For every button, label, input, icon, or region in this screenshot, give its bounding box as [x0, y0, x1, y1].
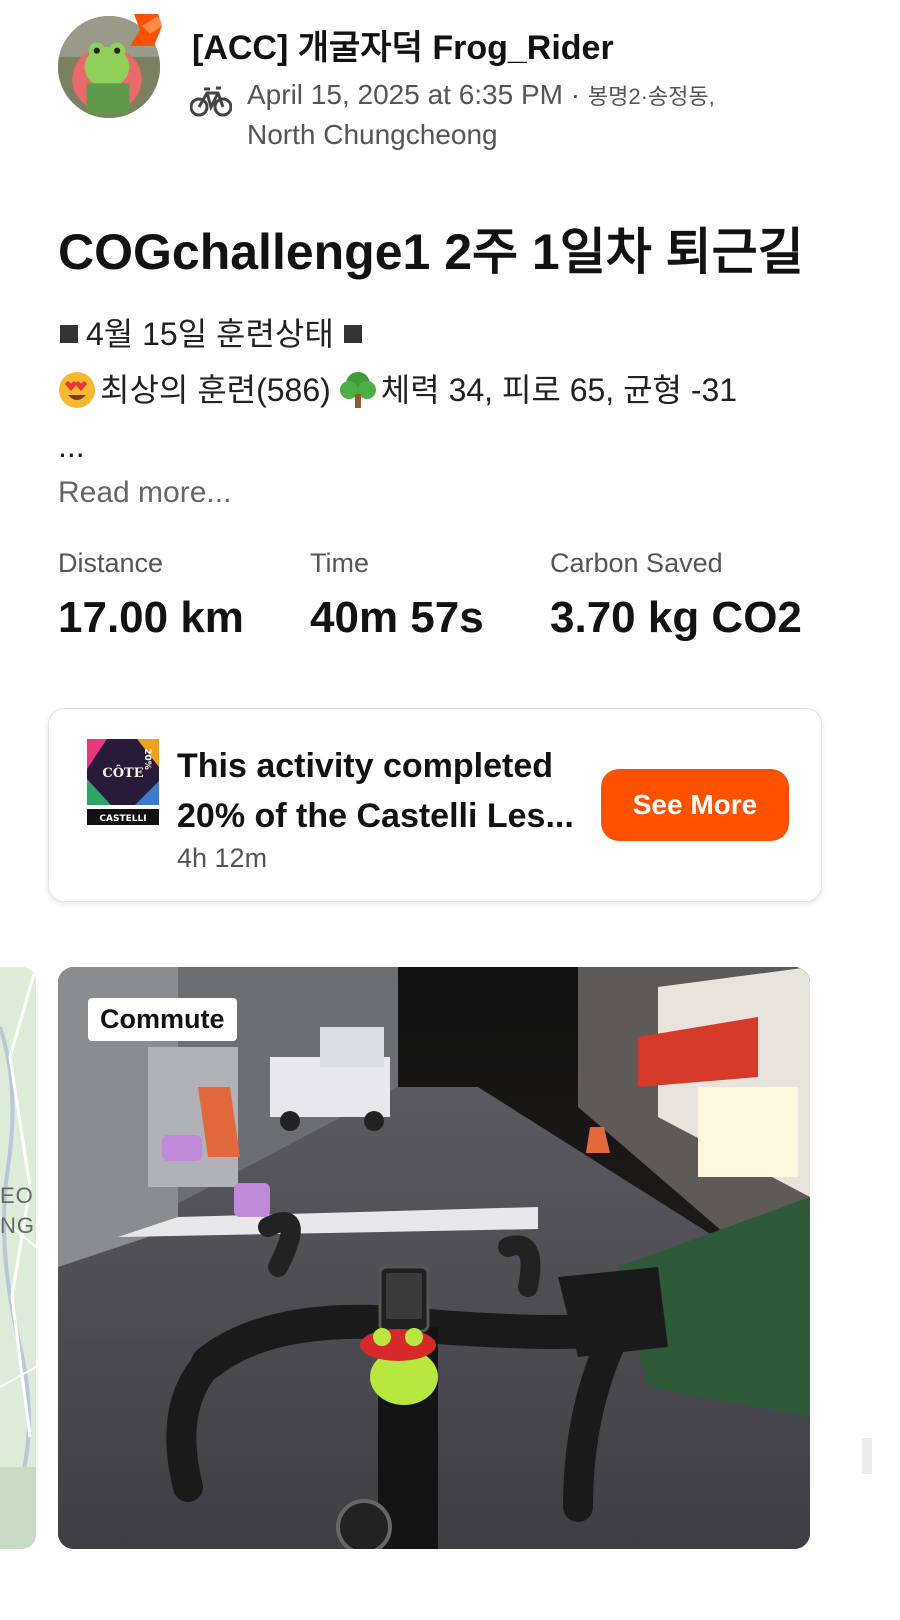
stat-distance: Distance 17.00 km: [58, 548, 244, 643]
commute-tag: Commute: [88, 998, 237, 1041]
activity-location-line1: 봉명2·송정동,: [587, 84, 715, 109]
stat-value: 17.00 km: [58, 593, 244, 642]
next-media-peek[interactable]: [862, 1438, 872, 1474]
see-more-button[interactable]: See More: [601, 769, 789, 841]
heart-eyes-emoji-icon: [59, 372, 95, 408]
stat-carbon-saved: Carbon Saved 3.70 kg CO2: [550, 548, 802, 643]
stat-time: Time 40m 57s: [310, 548, 484, 643]
activity-title[interactable]: COGchallenge1 2주 1일차 퇴근길: [58, 212, 804, 284]
activity-datetime: April 15, 2025 at 6:35 PM: [247, 79, 563, 110]
square-bullet-icon: [343, 325, 362, 343]
challenge-time: 4h 12m: [177, 843, 268, 873]
activity-feed-page: [ACC] 개굴자덕 Frog_Rider April 15, 2025 at …: [0, 0, 900, 1620]
activity-meta: April 15, 2025 at 6:35 PM · 봉명2·송정동, Nor…: [247, 76, 807, 154]
challenge-text: This activity completed 20% of the Caste…: [177, 741, 597, 874]
read-more-link[interactable]: Read more...: [58, 476, 231, 510]
route-map-peek[interactable]: EO NG: [0, 967, 36, 1549]
stat-label: Distance: [58, 548, 164, 578]
meta-separator: ·: [562, 79, 588, 110]
challenge-progress-card[interactable]: CÔTE 20% CASTELLI This activity complete…: [48, 708, 822, 902]
desc-line2-fitness: 체력 34, 피로 65, 균형 -31: [380, 372, 738, 408]
bike-icon: [190, 86, 232, 117]
activity-photo[interactable]: [58, 967, 810, 1549]
desc-line1: 4월 15일 훈련상태: [86, 316, 334, 352]
badge-percent-text: 20%: [142, 748, 152, 770]
activity-description: 4월 15일 훈련상태 최상의 훈련(586) 체력 34, 피로 65, 균형…: [58, 306, 858, 474]
challenge-line2: 20% of the Castelli Les...: [177, 797, 574, 835]
stat-value: 40m 57s: [310, 593, 484, 642]
badge-cote-text: CÔTE: [102, 764, 143, 781]
castelli-challenge-badge-icon: CÔTE 20% CASTELLI: [87, 739, 159, 825]
map-label-1: EO: [0, 1183, 34, 1208]
square-bullet-icon: [60, 325, 78, 343]
challenge-line1: This activity completed: [177, 747, 553, 785]
desc-line2-training: 최상의 훈련(586): [100, 372, 331, 408]
athlete-name[interactable]: [ACC] 개굴자덕 Frog_Rider: [192, 20, 614, 69]
stat-label: Carbon Saved: [550, 548, 723, 578]
desc-line3: ...: [58, 428, 85, 464]
tree-emoji-icon: [339, 372, 376, 408]
badge-brand-text: CASTELLI: [99, 814, 146, 824]
stat-value: 3.70 kg CO2: [550, 593, 802, 642]
map-label-2: NG: [0, 1213, 35, 1238]
stat-label: Time: [310, 548, 369, 578]
activity-location-line2: North Chungcheong: [247, 119, 498, 150]
subscriber-badge-icon: [130, 14, 162, 46]
